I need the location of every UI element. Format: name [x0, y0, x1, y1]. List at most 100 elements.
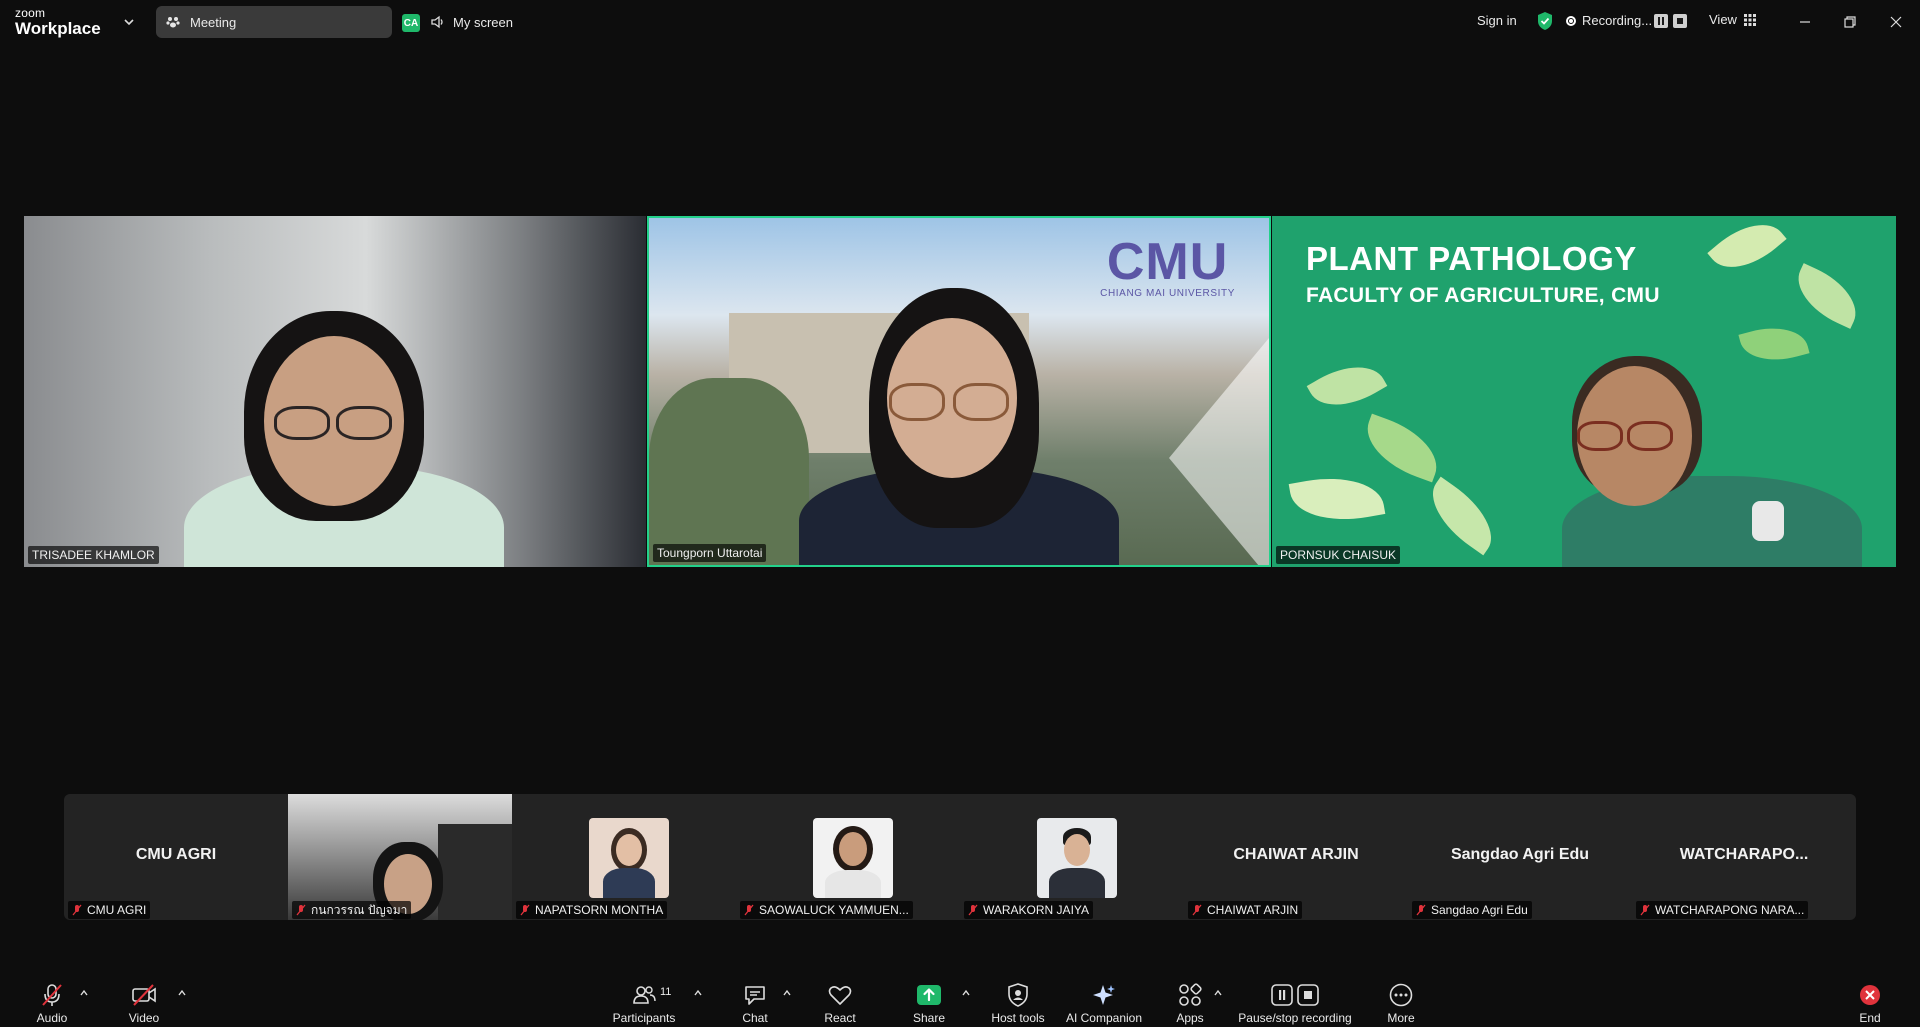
profile-photo: [813, 818, 893, 898]
video-label: Video: [128, 1011, 160, 1025]
mic-muted-icon: [72, 904, 82, 916]
chat-button[interactable]: Chat: [737, 973, 773, 1027]
banner-subtitle: FACULTY OF AGRICULTURE, CMU: [1306, 284, 1660, 307]
more-button[interactable]: More: [1381, 973, 1421, 1027]
mic-muted-icon: [1416, 904, 1426, 916]
chevron-up-icon[interactable]: [1213, 988, 1223, 998]
brand-large: Workplace: [15, 19, 101, 38]
camera-off-icon: [132, 984, 156, 1006]
apps-button[interactable]: Apps: [1170, 973, 1210, 1027]
ai-companion-button[interactable]: AI Companion: [1064, 973, 1144, 1027]
mic-muted-icon: [296, 904, 306, 916]
participant-label: Sangdao Agri Edu: [1412, 901, 1532, 919]
participants-icon: [633, 986, 656, 1004]
chevron-up-icon[interactable]: [693, 988, 703, 998]
heart-icon: [828, 986, 852, 1005]
participant-label-text: กนกวรรณ ปัญจมา: [311, 902, 408, 917]
participant-tile[interactable]: Sangdao Agri Edu Sangdao Agri Edu: [1408, 794, 1632, 920]
speaker-icon[interactable]: [430, 14, 446, 30]
paw-icon: [166, 17, 180, 28]
participant-label: CHAIWAT ARJIN: [1188, 901, 1303, 919]
end-button[interactable]: End: [1852, 973, 1888, 1027]
microphone-muted-icon: [42, 984, 62, 1006]
view-button[interactable]: View: [1709, 12, 1756, 27]
video-tile-pornsuk[interactable]: PLANT PATHOLOGY FACULTY OF AGRICULTURE, …: [1272, 216, 1896, 567]
share-label: Share: [912, 1011, 946, 1025]
brand-small: zoom: [15, 6, 46, 20]
participant-label: WARAKORN JAIYA: [964, 901, 1094, 919]
end-call-icon: [1860, 985, 1880, 1005]
participant-tile[interactable]: WARAKORN JAIYA: [960, 794, 1184, 920]
screen-share-badge: CA: [402, 14, 420, 32]
chevron-up-icon[interactable]: [79, 988, 89, 998]
mic-muted-icon: [1640, 904, 1650, 916]
participant-label: กนกวรรณ ปัญจมา: [292, 901, 412, 919]
shield-icon: [1008, 983, 1028, 1007]
video-tile-toungporn[interactable]: CMU CHIANG MAI UNIVERSITY Toungporn Utta…: [647, 216, 1271, 567]
participant-label: WATCHARAPONG NARA...: [1636, 901, 1809, 919]
participant-display-name: CHAIWAT ARJIN: [1233, 846, 1359, 863]
participant-tile[interactable]: CMU AGRI CMU AGRI: [64, 794, 288, 920]
meeting-tab[interactable]: Meeting: [156, 6, 392, 38]
sign-in-link[interactable]: Sign in: [1477, 13, 1517, 28]
participant-label-text: Sangdao Agri Edu: [1431, 903, 1528, 917]
profile-photo: [1037, 818, 1117, 898]
participant-label-text: SAOWALUCK YAMMUEN...: [759, 903, 909, 917]
pause-stop-icon: [1271, 984, 1319, 1006]
pause-recording-button[interactable]: [1654, 14, 1668, 28]
close-icon[interactable]: [1884, 10, 1908, 34]
participant-label-text: WATCHARAPONG NARA...: [1655, 903, 1805, 917]
participant-tile[interactable]: SAOWALUCK YAMMUEN...: [736, 794, 960, 920]
chat-icon: [745, 986, 765, 1005]
chevron-down-icon[interactable]: [122, 15, 136, 29]
participant-tile[interactable]: WATCHARAPO... WATCHARAPONG NARA...: [1632, 794, 1856, 920]
more-icon: [1389, 983, 1413, 1007]
chevron-up-icon[interactable]: [961, 988, 971, 998]
meeting-label: Meeting: [190, 14, 237, 30]
meeting-toolbar: Audio Video Participants Chat React Shar…: [0, 973, 1920, 1027]
my-screen-label[interactable]: My screen: [453, 15, 513, 30]
pause-stop-recording-button[interactable]: Pause/stop recording: [1236, 973, 1354, 1027]
react-button[interactable]: React: [820, 973, 860, 1027]
restore-icon[interactable]: [1838, 10, 1862, 34]
ai-companion-label: AI Companion: [1065, 1011, 1143, 1025]
participant-tile[interactable]: CHAIWAT ARJIN CHAIWAT ARJIN: [1184, 794, 1408, 920]
chat-label: Chat: [742, 1011, 768, 1025]
host-tools-label: Host tools: [991, 1011, 1045, 1025]
video-tile-trisadee[interactable]: TRISADEE KHAMLOR: [24, 216, 646, 567]
share-screen-icon: [917, 985, 941, 1005]
participant-tile[interactable]: กนกวรรณ ปัญจมา: [288, 794, 512, 920]
view-label: View: [1709, 12, 1737, 27]
recording-dot-icon: [1566, 16, 1576, 26]
participant-name: Toungporn Uttarotai: [653, 544, 767, 562]
video-button[interactable]: Video: [124, 973, 164, 1027]
host-tools-button[interactable]: Host tools: [990, 973, 1046, 1027]
minimize-icon[interactable]: [1793, 10, 1817, 34]
participant-name: PORNSUK CHAISUK: [1276, 546, 1401, 564]
chevron-up-icon[interactable]: [782, 988, 792, 998]
chevron-up-icon[interactable]: [177, 988, 187, 998]
participant-label: CMU AGRI: [68, 901, 151, 919]
sparkle-icon: [1093, 985, 1115, 1005]
cmu-logo-subtext: CHIANG MAI UNIVERSITY: [1100, 288, 1235, 299]
participant-label-text: NAPATSORN MONTHA: [535, 903, 664, 917]
pause-stop-label: Pause/stop recording: [1238, 1011, 1352, 1025]
mic-muted-icon: [1192, 904, 1202, 916]
participant-display-name: Sangdao Agri Edu: [1450, 846, 1590, 863]
participant-label-text: WARAKORN JAIYA: [983, 903, 1090, 917]
participant-name: TRISADEE KHAMLOR: [28, 546, 159, 564]
participant-display-name: WATCHARAPO...: [1679, 846, 1809, 863]
mic-muted-icon: [520, 904, 530, 916]
participant-tile[interactable]: NAPATSORN MONTHA: [512, 794, 736, 920]
participant-label: NAPATSORN MONTHA: [516, 901, 668, 919]
share-button[interactable]: Share: [909, 973, 949, 1027]
participant-label-text: CMU AGRI: [87, 903, 147, 917]
participants-button[interactable]: Participants: [612, 973, 676, 1027]
mic-muted-icon: [968, 904, 978, 916]
participant-display-name: CMU AGRI: [135, 846, 217, 863]
participant-label: SAOWALUCK YAMMUEN...: [740, 901, 913, 919]
shield-check-icon[interactable]: [1536, 11, 1554, 31]
participant-video: [24, 216, 646, 567]
audio-button[interactable]: Audio: [32, 973, 72, 1027]
stop-recording-button[interactable]: [1673, 14, 1687, 28]
